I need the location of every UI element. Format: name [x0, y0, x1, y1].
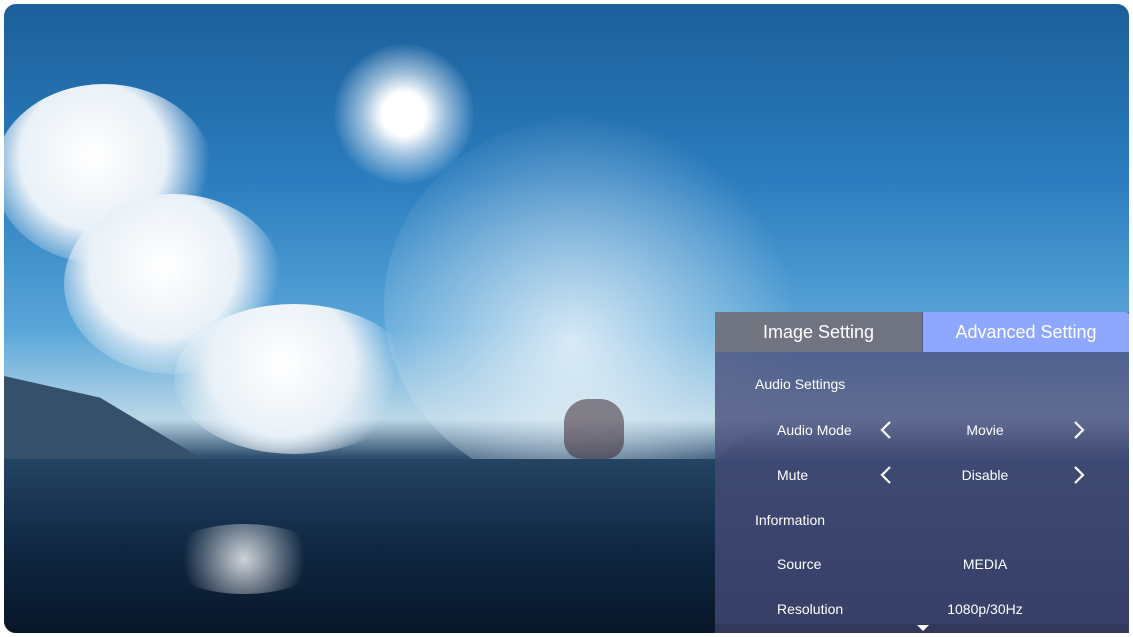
audio-mode-value: Movie — [966, 422, 1004, 438]
scroll-bar[interactable] — [715, 624, 1129, 633]
chevron-right-icon[interactable] — [1073, 421, 1085, 439]
mute-label: Mute — [777, 467, 809, 483]
tab-image-setting[interactable]: Image Setting — [715, 312, 922, 352]
source-value: MEDIA — [962, 556, 1008, 572]
chevron-left-icon[interactable] — [880, 466, 892, 484]
scroll-down-icon[interactable] — [917, 625, 929, 631]
resolution-value: 1080p/30Hz — [947, 601, 1023, 617]
mute-value: Disable — [961, 467, 1009, 483]
section-audio-settings: Audio Settings — [755, 376, 846, 392]
surfer — [564, 399, 624, 459]
resolution-label: Resolution — [777, 601, 844, 617]
audio-mode-label: Audio Mode — [777, 422, 852, 438]
settings-panel: Image Setting Advanced Setting Audio Set… — [715, 312, 1129, 633]
tab-advanced-setting[interactable]: Advanced Setting — [923, 312, 1129, 352]
source-label: Source — [777, 556, 822, 572]
cloud — [174, 304, 414, 454]
chevron-right-icon[interactable] — [1073, 466, 1085, 484]
tab-bar: Image Setting Advanced Setting — [715, 312, 1129, 352]
chevron-left-icon[interactable] — [880, 421, 892, 439]
sun-glint — [164, 524, 324, 594]
section-information: Information — [755, 512, 826, 528]
